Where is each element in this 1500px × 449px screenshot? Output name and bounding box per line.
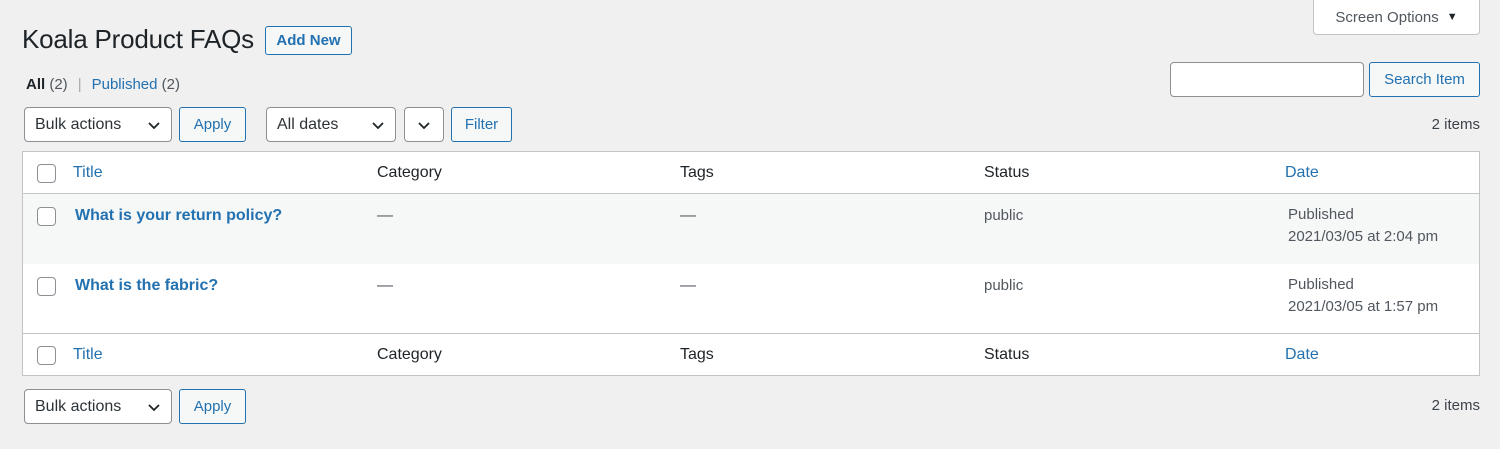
table-row: What is the fabric? — — public Published… — [23, 264, 1479, 333]
dates-value: All dates — [277, 115, 339, 133]
search-input[interactable] — [1170, 62, 1364, 97]
bulk-actions-value: Bulk actions — [35, 397, 122, 415]
row-date-status: Published — [1288, 276, 1354, 293]
row-title-link[interactable]: What is your return policy? — [75, 207, 282, 225]
chevron-down-icon — [148, 403, 160, 411]
table-header: Title Category Tags Status Date — [23, 152, 1479, 194]
column-category: Category — [377, 164, 442, 181]
row-checkbox[interactable] — [37, 277, 56, 296]
view-all-count: (2) — [49, 76, 68, 93]
bulk-actions-select-top[interactable]: Bulk actions — [24, 107, 172, 142]
row-title-link[interactable]: What is the fabric? — [75, 277, 218, 295]
column-date-sort[interactable]: Date — [1285, 164, 1319, 182]
row-status: public — [984, 207, 1024, 224]
screen-options-button[interactable]: Screen Options ▼ — [1313, 0, 1480, 35]
chevron-down-icon — [148, 121, 160, 129]
view-all-label: All — [26, 76, 46, 93]
search-button[interactable]: Search Item — [1369, 62, 1480, 97]
row-date-status: Published — [1288, 206, 1354, 223]
column-status: Status — [984, 164, 1030, 181]
bulk-actions-select-bottom[interactable]: Bulk actions — [24, 389, 172, 424]
row-date: Published 2021/03/05 at 2:04 pm — [1288, 204, 1438, 248]
category-select[interactable] — [404, 107, 444, 142]
add-new-button[interactable]: Add New — [265, 26, 352, 55]
row-checkbox[interactable] — [37, 207, 56, 226]
row-category: — — [377, 207, 393, 224]
view-separator: | — [77, 76, 82, 93]
apply-button-bottom[interactable]: Apply — [179, 389, 246, 424]
row-category: — — [377, 277, 393, 294]
view-filters: All (2) | Published (2) — [26, 76, 180, 93]
bulk-actions-value: Bulk actions — [35, 115, 122, 133]
page-title: Koala Product FAQs — [22, 24, 254, 54]
view-published[interactable]: Published (2) — [92, 76, 180, 93]
column-tags-footer: Tags — [680, 346, 714, 363]
view-published-count: (2) — [161, 76, 180, 93]
apply-button-top[interactable]: Apply — [179, 107, 246, 142]
items-count-bottom: 2 items — [1431, 397, 1480, 414]
select-all-checkbox[interactable] — [37, 164, 56, 183]
row-date-value: 2021/03/05 at 1:57 pm — [1288, 298, 1439, 315]
dates-select[interactable]: All dates — [266, 107, 396, 142]
column-category-footer: Category — [377, 346, 442, 363]
column-tags: Tags — [680, 164, 714, 181]
row-status: public — [984, 277, 1024, 294]
column-date-sort-footer[interactable]: Date — [1285, 346, 1319, 364]
column-status-footer: Status — [984, 346, 1030, 363]
row-date: Published 2021/03/05 at 1:57 pm — [1288, 274, 1438, 318]
table-footer: Title Category Tags Status Date — [23, 333, 1479, 376]
filter-button[interactable]: Filter — [451, 107, 512, 142]
table-row: What is your return policy? — — public P… — [23, 194, 1479, 264]
row-tags: — — [680, 207, 696, 224]
caret-down-icon: ▼ — [1446, 11, 1458, 23]
chevron-down-icon — [372, 121, 384, 129]
row-tags: — — [680, 277, 696, 294]
view-all[interactable]: All (2) — [26, 76, 68, 93]
items-count-top: 2 items — [1431, 116, 1480, 133]
chevron-down-icon — [418, 121, 430, 129]
column-title-sort[interactable]: Title — [73, 164, 103, 182]
screen-options-label: Screen Options — [1335, 8, 1439, 26]
select-all-checkbox-footer[interactable] — [37, 346, 56, 365]
view-published-label: Published — [91, 76, 158, 93]
row-date-value: 2021/03/05 at 2:04 pm — [1288, 228, 1439, 245]
column-title-sort-footer[interactable]: Title — [73, 346, 103, 364]
faq-table: Title Category Tags Status Date What is … — [22, 151, 1480, 376]
